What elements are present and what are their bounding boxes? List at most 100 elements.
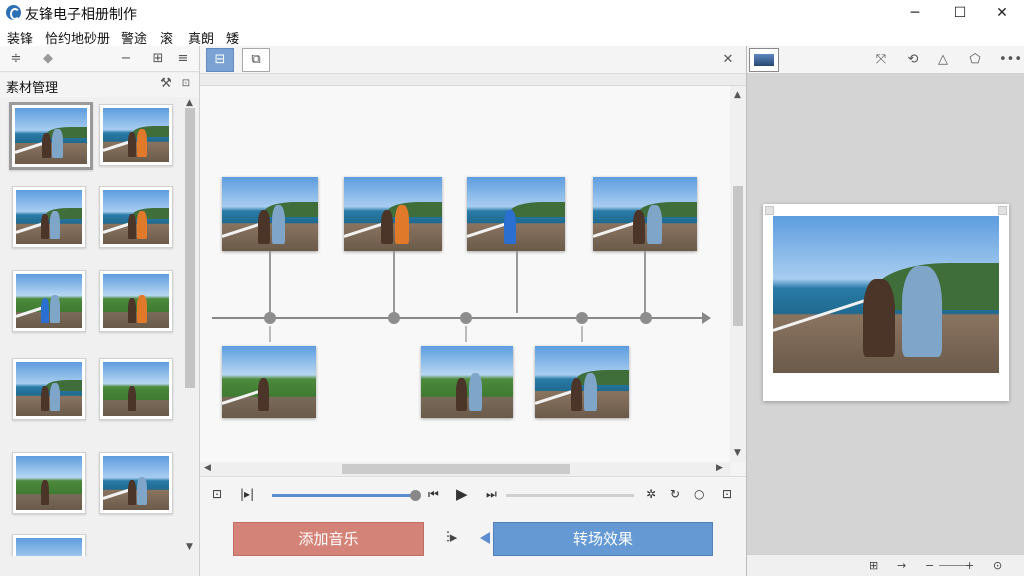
scroll-left-icon[interactable]: ◀	[204, 463, 211, 473]
fullscreen-icon[interactable]: ⊡	[722, 487, 732, 501]
preview-panel: ⤧ ⟲ △ ⬠ ••• ⊞ → − + ⊙	[746, 46, 1024, 576]
menu-item-1[interactable]: 装锋	[7, 28, 33, 47]
scroll-down-icon[interactable]: ▼	[734, 448, 741, 458]
timeline-photo[interactable]	[222, 346, 316, 418]
photo	[16, 362, 82, 416]
timeline-photo[interactable]	[344, 177, 442, 251]
menu-item-6[interactable]: 真朗	[188, 28, 214, 47]
timeline-photo[interactable]	[467, 177, 565, 251]
timeline-node[interactable]	[576, 312, 588, 324]
minus-icon[interactable]: −	[118, 51, 134, 67]
zoom-in-icon[interactable]: +	[965, 559, 974, 572]
scroll-up-icon[interactable]: ▲	[734, 90, 741, 100]
photo	[103, 274, 169, 328]
crop-icon[interactable]: ⤧	[873, 52, 889, 68]
grid-icon[interactable]: ⊞	[150, 51, 166, 67]
timeline-photo[interactable]	[421, 346, 513, 418]
thumbnail[interactable]	[9, 102, 93, 170]
scroll-thumb[interactable]	[733, 186, 743, 326]
corner-handle[interactable]	[998, 206, 1007, 215]
menu-bar: 装锋 恰约地 砂册 警途 滚 真朗 矮	[0, 26, 1024, 47]
menu-icon[interactable]: ≡	[175, 51, 191, 67]
previous-icon[interactable]: ⏮	[428, 487, 439, 502]
loop-icon[interactable]: ↻	[670, 487, 680, 501]
zoom-out-icon[interactable]: −	[925, 559, 934, 572]
menu-item-5[interactable]: 滚	[160, 28, 173, 47]
tools-icon[interactable]: ⚒	[158, 76, 174, 92]
record-icon[interactable]: ○	[694, 487, 704, 501]
close-editor-icon[interactable]: ✕	[720, 52, 736, 68]
photo	[467, 177, 565, 251]
scroll-right-icon[interactable]: ▶	[716, 463, 723, 473]
volume-track[interactable]	[506, 494, 634, 497]
menu-item-3[interactable]: 砂册	[84, 28, 110, 47]
photo	[16, 274, 82, 328]
thumbnail[interactable]	[12, 358, 86, 420]
editor-area: ⊟ ⧉ ✕ ▲ ▼ ◀ ▶ ⊡ |▸| ⏮ ▶ ⏭ ✲ ↻ ○ ⊡ 添加音乐 ⫶…	[200, 46, 746, 576]
menu-item-2[interactable]: 恰约地	[45, 28, 84, 47]
thumbnail[interactable]	[99, 270, 173, 332]
photo	[421, 346, 513, 418]
scroll-up-icon[interactable]: ▲	[186, 98, 193, 108]
photo	[103, 362, 169, 416]
diamond-icon[interactable]: ◆	[40, 51, 56, 67]
layer-view-button[interactable]: ⧉	[242, 48, 270, 72]
preview-mode-button[interactable]	[749, 48, 779, 72]
minimize-button[interactable]: ─	[893, 0, 937, 26]
timeline-photo[interactable]	[222, 177, 318, 251]
timeline-connector	[269, 251, 271, 313]
photo	[344, 177, 442, 251]
thumbnail[interactable]	[99, 358, 173, 420]
scroll-down-icon[interactable]: ▼	[186, 542, 193, 552]
settings-icon[interactable]: ⊙	[993, 559, 1002, 572]
thumbnail[interactable]	[12, 452, 86, 514]
canvas-vertical-scrollbar[interactable]: ▲ ▼	[730, 86, 746, 462]
add-icon[interactable]: ⊡	[178, 76, 194, 92]
timeline-photo[interactable]	[535, 346, 629, 418]
material-scrollbar[interactable]: ▲ ▼	[182, 98, 199, 556]
thumbnail[interactable]	[12, 534, 86, 556]
menu-item-7[interactable]: 矮	[226, 28, 239, 47]
scroll-thumb[interactable]	[342, 464, 570, 474]
playback-progress[interactable]	[272, 494, 416, 497]
shape-icon[interactable]: ⬠	[967, 52, 983, 68]
maximize-button[interactable]: ☐	[938, 0, 982, 26]
timeline-node[interactable]	[388, 312, 400, 324]
effects-icon[interactable]: ✲	[646, 487, 656, 501]
material-panel: ≑ ◆ − ⊞ ≡ 素材管理 ⚒ ⊡ ▲ ▼	[0, 46, 200, 576]
align-icon[interactable]: ≑	[8, 51, 24, 67]
add-music-button[interactable]: 添加音乐	[233, 522, 424, 556]
thumbnail[interactable]	[99, 186, 173, 248]
fit-icon[interactable]: ⊡	[212, 487, 222, 501]
scroll-thumb[interactable]	[185, 108, 195, 388]
timeline-photo[interactable]	[593, 177, 697, 251]
pointer-arrow-icon	[480, 532, 490, 544]
adjust-icon[interactable]: △	[935, 52, 951, 68]
thumbnail[interactable]	[99, 452, 173, 514]
transition-effect-button[interactable]: 转场效果	[493, 522, 713, 556]
corner-handle[interactable]	[765, 206, 774, 215]
arrow-right-icon[interactable]: →	[897, 559, 906, 572]
canvas-horizontal-scrollbar[interactable]: ◀ ▶	[200, 462, 730, 476]
next-icon[interactable]: ⏭	[486, 487, 497, 502]
rotate-icon[interactable]: ⟲	[905, 52, 921, 68]
timeline-node[interactable]	[460, 312, 472, 324]
timeline-view-button[interactable]: ⊟	[206, 48, 234, 72]
playback-knob[interactable]	[410, 490, 421, 501]
menu-item-4[interactable]: 警途	[121, 28, 147, 47]
timeline-node[interactable]	[640, 312, 652, 324]
more-icon[interactable]: •••	[999, 52, 1022, 68]
photo	[535, 346, 629, 418]
transition-sequence-icon[interactable]: ⫶▸	[446, 528, 457, 546]
play-icon[interactable]: ▶	[456, 485, 468, 503]
timeline-node[interactable]	[264, 312, 276, 324]
thumbnail[interactable]	[12, 270, 86, 332]
timeline-connector	[269, 326, 271, 342]
grid-icon[interactable]: ⊞	[869, 559, 878, 572]
thumbnail[interactable]	[99, 104, 173, 166]
close-button[interactable]: ✕	[980, 0, 1024, 26]
action-bar: 添加音乐 ⫶▸ 转场效果	[200, 512, 746, 576]
frame-start-icon[interactable]: |▸|	[240, 487, 254, 501]
timeline-connector	[581, 326, 583, 342]
thumbnail[interactable]	[12, 186, 86, 248]
